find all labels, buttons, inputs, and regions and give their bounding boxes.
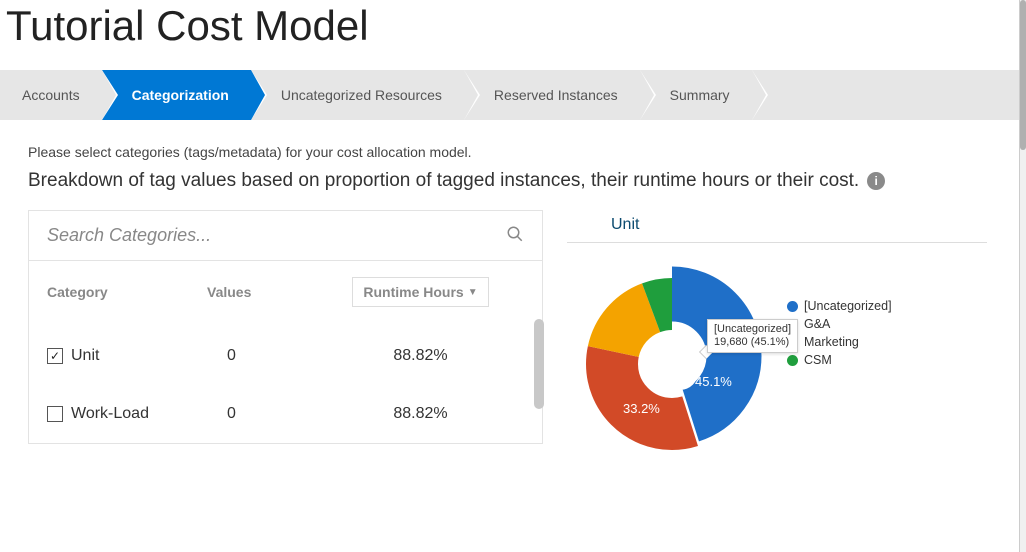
info-icon[interactable]: i xyxy=(867,172,885,190)
page-title: Tutorial Cost Model xyxy=(0,0,1019,70)
page-scrollbar-thumb[interactable] xyxy=(1020,0,1026,150)
legend-label: G&A xyxy=(804,317,830,331)
page-scrollbar-track[interactable] xyxy=(1020,0,1026,552)
table-row[interactable]: ✓ Unit 0 88.82% xyxy=(29,327,542,385)
slice-label-gna: 33.2% xyxy=(623,401,660,416)
category-checkbox[interactable] xyxy=(47,406,63,422)
donut-center-hole xyxy=(662,354,698,390)
legend-item[interactable]: Marketing xyxy=(787,335,892,349)
chart-panel: Unit 45.1 xyxy=(563,210,991,469)
search-icon[interactable] xyxy=(506,225,524,246)
step-label: Uncategorized Resources xyxy=(281,87,442,103)
table-header-row: Category Values Runtime Hours ▼ xyxy=(29,261,542,327)
table-scrollbar[interactable] xyxy=(534,319,544,409)
step-summary[interactable]: Summary xyxy=(640,70,752,120)
tooltip-value: 19,680 (45.1%) xyxy=(714,336,791,349)
step-accounts[interactable]: Accounts xyxy=(0,70,102,120)
table-body: ✓ Unit 0 88.82% Work-Load 0 88.82% xyxy=(29,327,542,443)
search-row xyxy=(29,211,542,261)
step-label: Summary xyxy=(670,87,730,103)
category-values: 0 xyxy=(207,405,317,423)
category-name: Unit xyxy=(71,347,99,365)
header-category[interactable]: Category xyxy=(47,284,207,300)
legend-item[interactable]: G&A xyxy=(787,317,892,331)
chart-title: Unit xyxy=(567,210,987,243)
donut-chart[interactable]: 45.1% 33.2% [Uncategorized] 19,680 (45.1… xyxy=(567,269,777,469)
legend-swatch xyxy=(787,301,798,312)
instruction-text: Breakdown of tag values based on proport… xyxy=(28,170,859,192)
category-runtime: 88.82% xyxy=(317,347,524,365)
wizard-steps: Accounts Categorization Uncategorized Re… xyxy=(0,70,1019,120)
tooltip-label: [Uncategorized] xyxy=(714,323,791,336)
step-categorization[interactable]: Categorization xyxy=(102,70,251,120)
legend-item[interactable]: CSM xyxy=(787,353,892,367)
step-reserved-instances[interactable]: Reserved Instances xyxy=(464,70,640,120)
instruction-line-1: Please select categories (tags/metadata)… xyxy=(28,144,991,160)
category-name: Work-Load xyxy=(71,405,149,423)
header-runtime-hours[interactable]: Runtime Hours ▼ xyxy=(317,277,524,307)
legend-label: Marketing xyxy=(804,335,859,349)
search-input[interactable] xyxy=(47,225,506,246)
instruction-line-2: Breakdown of tag values based on proport… xyxy=(28,170,991,192)
chart-legend: [Uncategorized] G&A Marketing CSM xyxy=(787,299,892,371)
legend-label: CSM xyxy=(804,353,832,367)
legend-swatch xyxy=(787,355,798,366)
header-runtime-label: Runtime Hours xyxy=(363,284,463,300)
category-runtime: 88.82% xyxy=(317,405,524,423)
legend-label: [Uncategorized] xyxy=(804,299,892,313)
header-values[interactable]: Values xyxy=(207,284,317,300)
categories-table: Category Values Runtime Hours ▼ ✓ Unit xyxy=(28,210,543,444)
legend-item[interactable]: [Uncategorized] xyxy=(787,299,892,313)
step-label: Reserved Instances xyxy=(494,87,618,103)
category-values: 0 xyxy=(207,347,317,365)
table-row[interactable]: Work-Load 0 88.82% xyxy=(29,385,542,443)
slice-label-uncategorized: 45.1% xyxy=(695,374,732,389)
step-label: Accounts xyxy=(22,87,80,103)
step-uncategorized-resources[interactable]: Uncategorized Resources xyxy=(251,70,464,120)
chart-tooltip: [Uncategorized] 19,680 (45.1%) xyxy=(707,319,798,353)
sort-desc-icon: ▼ xyxy=(468,287,478,298)
category-checkbox[interactable]: ✓ xyxy=(47,348,63,364)
step-label: Categorization xyxy=(132,87,229,103)
